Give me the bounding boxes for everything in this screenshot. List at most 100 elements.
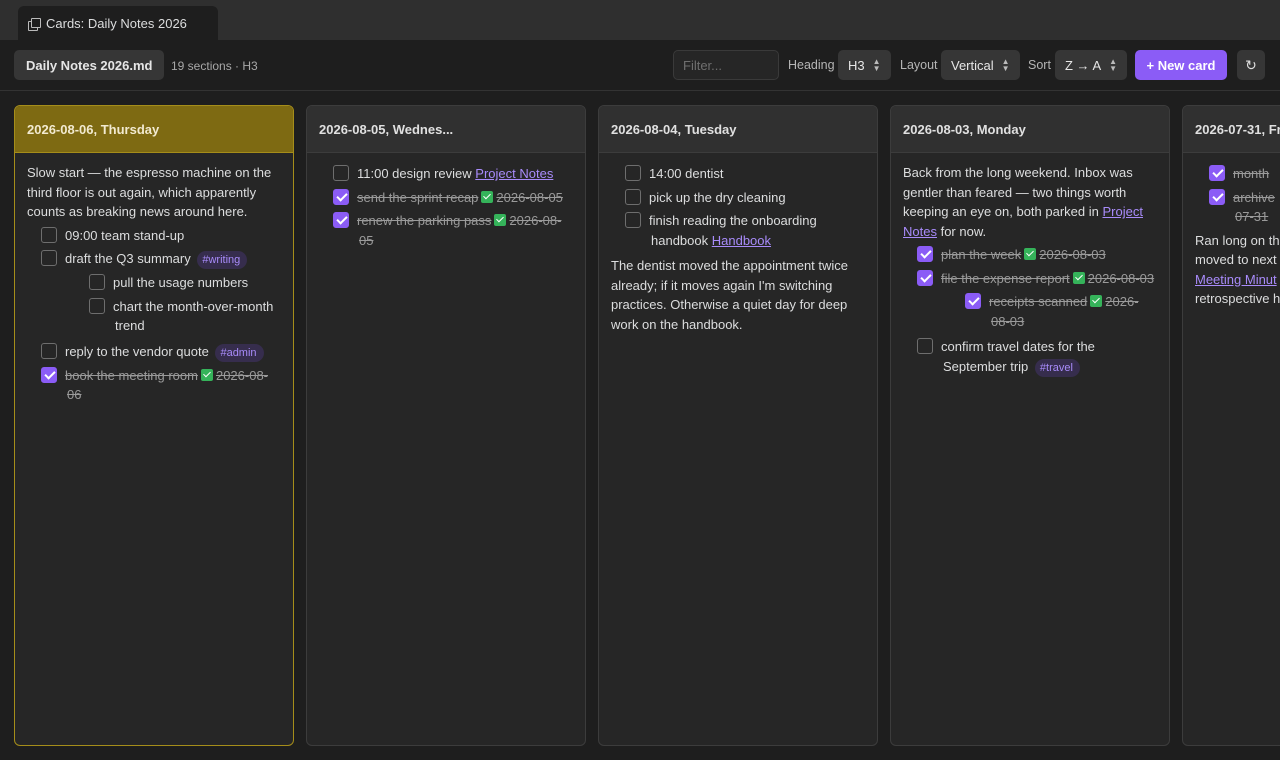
task-text: renew the parking pass — [357, 213, 492, 228]
card[interactable]: 2026-08-06, Thursday Slow start — the es… — [14, 105, 294, 746]
sort-select[interactable]: Z → A ▲ ▼ — [1055, 50, 1128, 80]
task-text: 14:00 dentist — [649, 166, 724, 181]
sort-label: Sort — [1028, 58, 1051, 72]
checkbox-checked[interactable] — [917, 246, 933, 262]
checkbox-checked[interactable] — [917, 269, 933, 286]
heading-select-value: H3 — [848, 57, 865, 73]
task-text: book the meeting room — [65, 367, 198, 383]
checkbox-checked[interactable] — [1209, 165, 1225, 181]
file-button[interactable]: Daily Notes 2026.md — [14, 50, 165, 80]
task-item-done: plan the week 2026-08-03 — [917, 245, 1157, 265]
para-text: for now. — [940, 223, 987, 239]
task-text: 09:00 team stand-up — [65, 227, 185, 243]
heading-label: Heading — [788, 58, 835, 72]
checkbox[interactable] — [333, 165, 349, 181]
task-item: pull the usage numbers — [89, 273, 281, 293]
task-text: chart the month-over-month trend — [113, 298, 274, 334]
checkbox[interactable] — [41, 250, 57, 266]
card-paragraph: Ran long on th moved to next Meeting Minut… — [1195, 231, 1280, 309]
task-text: pull the usage numbers — [113, 275, 249, 290]
task-text: month — [1233, 166, 1270, 181]
card-body: Back from the long weekend. Inbox was ge… — [891, 153, 1169, 391]
filter-input[interactable] — [673, 50, 779, 80]
card[interactable]: 2026-08-04, Tuesday 14:00 dentist pick u… — [598, 105, 878, 746]
tab-bar: Cards: Daily Notes 2026 — [0, 0, 1280, 40]
layout-label: Layout — [900, 58, 938, 72]
card[interactable]: 2026-08-03, Monday Back from the long we… — [890, 105, 1170, 746]
link-handbook[interactable]: Handbook — [712, 233, 771, 248]
task-item-done: renew the parking pass 2026-08-05 — [333, 211, 573, 250]
refresh-icon[interactable]: ↻ — [1237, 50, 1265, 80]
checkbox-checked[interactable] — [333, 188, 349, 205]
task-text: pick up the dry cleaning — [649, 189, 786, 205]
tab-title: Cards: Daily Notes 2026 — [46, 15, 187, 31]
checkbox-checked[interactable] — [1209, 188, 1225, 205]
card-body: 11:00 design review Project Notes send t… — [307, 153, 585, 264]
tag-travel[interactable]: #travel — [1034, 358, 1080, 377]
tab-cards-daily-notes[interactable]: Cards: Daily Notes 2026 — [18, 6, 218, 40]
chevron-updown-icon: ▲ ▼ — [1001, 57, 1010, 73]
checkbox[interactable] — [41, 226, 57, 243]
checkbox-checked[interactable] — [41, 366, 57, 383]
done-check-icon — [481, 190, 494, 203]
task-item: reply to the vendor quote #admin — [41, 342, 281, 362]
task-item: confirm travel dates for the September t… — [917, 337, 1157, 377]
task-text: reply to the vendor quote — [65, 343, 209, 359]
checkbox[interactable] — [89, 274, 105, 290]
done-check-icon — [200, 368, 213, 381]
task-text: file the expense report — [941, 270, 1070, 286]
done-date: 2026-08-03 — [1039, 247, 1106, 262]
card[interactable]: 2026-07-31, Fr month archive 07-31 Ran lo… — [1182, 105, 1280, 746]
checkbox-checked[interactable] — [333, 212, 349, 228]
card-title: 2026-08-03, Monday — [891, 106, 1169, 153]
card-board: 2026-08-06, Thursday Slow start — the es… — [0, 91, 1280, 760]
task-item: chart the month-over-month trend — [89, 297, 281, 336]
tag-writing[interactable]: #writing — [197, 251, 248, 269]
task-text: 11:00 design review — [357, 166, 472, 181]
done-check-icon — [1090, 295, 1103, 307]
new-card-button[interactable]: + New card — [1135, 50, 1227, 80]
card-title: 2026-08-04, Tuesday — [599, 106, 877, 153]
sort-select-value: Z → A — [1065, 57, 1102, 73]
cards-icon — [28, 17, 41, 31]
done-date: 2026-08-05 — [496, 189, 563, 205]
task-item-done: send the sprint recap 2026-08-05 — [333, 188, 573, 208]
task-text: plan the week — [941, 247, 1022, 262]
checkbox[interactable] — [625, 188, 641, 205]
chevron-updown-icon: ▲ ▼ — [1109, 57, 1118, 73]
checkbox[interactable] — [625, 165, 641, 181]
task-item-done: archive 07-31 — [1209, 188, 1280, 227]
card-title: 2026-08-05, Wednes... — [307, 106, 585, 153]
task-item: 09:00 team stand-up — [41, 226, 281, 246]
link-project-notes[interactable]: Project Notes — [475, 166, 553, 181]
task-text: archive — [1233, 189, 1275, 205]
task-text: send the sprint recap — [357, 189, 479, 205]
checkbox[interactable] — [41, 342, 57, 359]
para-text: Back from the long weekend. Inbox was ge… — [903, 165, 1133, 219]
task-item: finish reading the onboarding handbook H… — [625, 211, 865, 250]
task-item: draft the Q3 summary #writing — [41, 249, 281, 269]
done-date: 2026-08-03 — [1087, 270, 1155, 286]
toolbar: Daily Notes 2026.md 19 sections · H3 Hea… — [0, 40, 1280, 91]
card-title: 2026-07-31, Fr — [1183, 106, 1280, 153]
heading-select[interactable]: H3 ▲ ▼ — [838, 50, 891, 80]
task-item-done: book the meeting room 2026-08-06 — [41, 366, 281, 405]
checkbox-checked[interactable] — [965, 293, 981, 309]
task-text: draft the Q3 summary — [65, 251, 191, 266]
link-meeting-minutes[interactable]: Meeting Minut — [1195, 272, 1277, 287]
layout-select[interactable]: Vertical ▲ ▼ — [941, 50, 1020, 80]
para-text: retrospective h — [1195, 291, 1280, 306]
done-check-icon — [494, 214, 507, 226]
checkbox[interactable] — [625, 212, 641, 228]
chevron-updown-icon: ▲ ▼ — [872, 57, 881, 73]
checkbox[interactable] — [89, 297, 105, 314]
task-item: 11:00 design review Project Notes — [333, 164, 573, 184]
done-date: 07-31 — [1235, 209, 1269, 224]
layout-select-value: Vertical — [951, 57, 994, 73]
para-text: Ran long on th — [1195, 232, 1280, 248]
card-title: 2026-08-06, Thursday — [15, 106, 293, 153]
tag-admin[interactable]: #admin — [215, 343, 264, 362]
card[interactable]: 2026-08-05, Wednes... 11:00 design revie… — [306, 105, 586, 746]
checkbox[interactable] — [917, 338, 933, 354]
task-item: 14:00 dentist — [625, 164, 865, 184]
